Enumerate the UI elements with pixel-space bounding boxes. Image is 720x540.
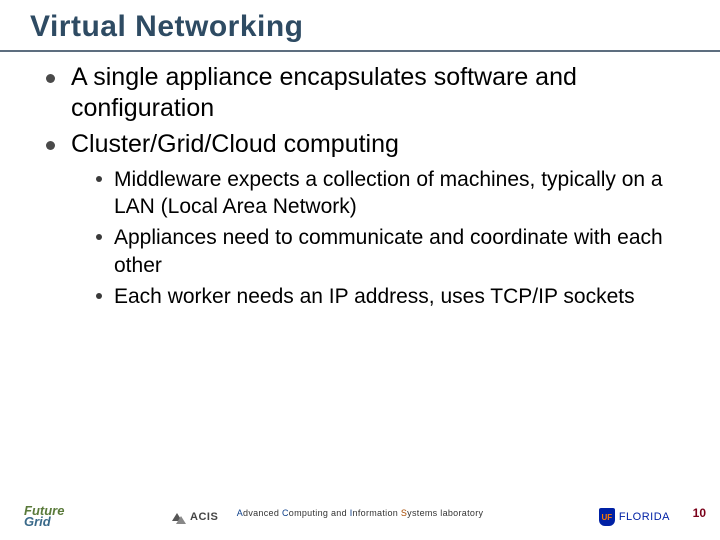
bullet-text: Cluster/Grid/Cloud computing [71,129,399,160]
bullet-text: A single appliance encapsulates software… [71,62,680,125]
bullet-level1: Cluster/Grid/Cloud computing [46,129,680,160]
slide-title: Virtual Networking [30,10,304,44]
sub-bullet-icon [96,176,102,182]
body-content: A single appliance encapsulates software… [46,62,680,314]
footer-text: dvanced [243,508,282,518]
footer-text: ystems laboratory [407,508,483,518]
sub-bullet-icon [96,234,102,240]
page-number: 10 [693,506,706,520]
bullet-level2: Middleware expects a collection of machi… [96,166,680,221]
uf-word: FLORIDA [619,511,670,523]
sub-bullet-text: Each worker needs an IP address, uses TC… [114,283,635,310]
sub-bullet-text: Middleware expects a collection of machi… [114,166,680,221]
bullet-level1: A single appliance encapsulates software… [46,62,680,125]
uf-logo: UF FLORIDA [599,508,670,526]
bullet-icon [46,141,55,150]
sub-bullet-text: Appliances need to communicate and coord… [114,224,680,279]
bullet-level2: Each worker needs an IP address, uses TC… [96,283,680,310]
title-underline [0,50,720,52]
footer-text: omputing and [289,508,350,518]
sub-bullet-icon [96,293,102,299]
footer-text: nformation [353,508,401,518]
sub-bullet-group: Middleware expects a collection of machi… [96,166,680,310]
footer-letter: C [282,508,289,518]
bullet-level2: Appliances need to communicate and coord… [96,224,680,279]
bullet-icon [46,74,55,83]
uf-shield-icon: UF [599,508,615,526]
slide: Virtual Networking A single appliance en… [0,0,720,540]
